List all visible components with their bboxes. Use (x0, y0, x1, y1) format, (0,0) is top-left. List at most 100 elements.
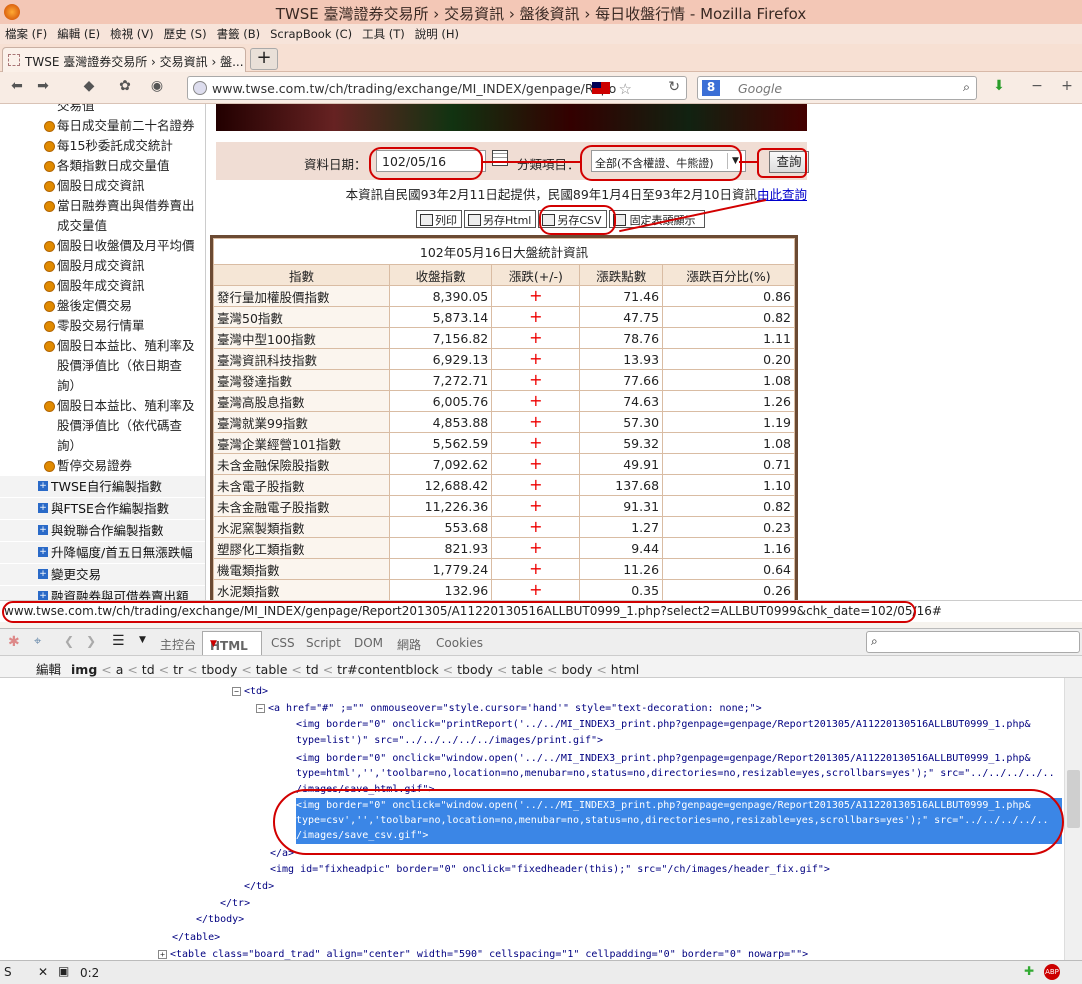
sidebar-subitem[interactable]: 個股日成交資訊 (0, 176, 205, 196)
reload-icon[interactable]: ↻ (668, 79, 680, 95)
source-line[interactable]: </td> (244, 879, 274, 895)
sidebar-subitem[interactable]: 詢） (0, 436, 205, 456)
breadcrumb-item[interactable]: tbody (457, 662, 493, 677)
menu-item[interactable]: 工具 (T) (357, 24, 410, 44)
firebug-icon[interactable]: ✱ (8, 634, 20, 650)
breadcrumb-item[interactable]: tbody (202, 662, 238, 677)
source-line[interactable]: type=csv','','toolbar=no,location=no,men… (296, 813, 1062, 829)
source-line[interactable]: type=html','','toolbar=no,location=no,me… (296, 766, 1055, 782)
source-line[interactable]: </table> (172, 930, 220, 946)
sidebar-subitem[interactable]: 詢） (0, 376, 205, 396)
fixed-header-button[interactable]: 固定表頭顯示 (608, 210, 705, 228)
search-icon[interactable]: ⌕ (963, 79, 970, 95)
breadcrumb-item[interactable]: body (561, 662, 592, 677)
source-line[interactable]: <img border="0" onclick="window.open('..… (296, 751, 1031, 767)
new-tab-button[interactable]: + (250, 48, 278, 70)
expand-icon[interactable]: + (38, 547, 48, 557)
menu-item[interactable]: 檔案 (F) (0, 24, 52, 44)
expand-toggle-icon[interactable]: + (158, 949, 167, 959)
menu-icon[interactable]: ☰ (112, 633, 125, 649)
sidebar-item[interactable]: + TWSE自行編製指數 (0, 476, 205, 498)
source-line[interactable]: </a> (270, 846, 294, 862)
close-icon[interactable]: ✕ (38, 965, 48, 979)
search-bar[interactable]: 8 Google ⌕ (697, 76, 977, 100)
add-icon[interactable]: + (1056, 78, 1078, 98)
save-html-button[interactable]: 另存Html (464, 210, 537, 228)
menu-item[interactable]: ScrapBook (C) (265, 25, 357, 43)
source-line[interactable]: type=list')" src="../../../../../images/… (296, 733, 603, 749)
back-arrow-icon[interactable]: ❮ (64, 634, 74, 648)
sidebar-subitem[interactable]: 成交量值 (0, 216, 205, 236)
addon-menu-icon[interactable]: ◉ (146, 78, 168, 98)
download-icon[interactable]: ⬇ (988, 78, 1010, 98)
search-engine-icon[interactable]: 8 (702, 80, 720, 96)
sidebar-subitem[interactable]: 股價淨值比（依日期查 (0, 356, 205, 376)
menu-item[interactable]: 書籤 (B) (212, 24, 266, 44)
sidebar-subitem[interactable]: 個股日本益比、殖利率及 (0, 396, 205, 416)
breadcrumb-item[interactable]: html (611, 662, 639, 677)
breadcrumb-item[interactable]: tr#contentblock (337, 662, 439, 677)
tab-css[interactable]: CSS (271, 636, 295, 650)
forward-icon[interactable]: ➡ (32, 78, 54, 98)
source-line[interactable]: <img border="0" onclick="printReport('..… (296, 717, 1031, 733)
breadcrumb-item[interactable]: table (256, 662, 288, 677)
breadcrumb-item[interactable]: img (71, 662, 97, 677)
category-select[interactable]: 全部(不含權證、牛熊證) ▼ (591, 150, 746, 172)
vertical-scrollbar[interactable] (1064, 678, 1082, 960)
source-line[interactable]: + <table class="board_trad" align="center… (158, 947, 808, 960)
bookmark-star-icon[interactable]: ☆ (619, 80, 632, 98)
edit-button[interactable]: 編輯 (36, 662, 61, 677)
adblock-icon[interactable]: ABP (1044, 964, 1060, 980)
sidebar-subitem[interactable]: 每15秒委託成交統計 (0, 136, 205, 156)
source-line[interactable]: − <td> (232, 684, 268, 700)
firebug-search-input[interactable]: ⌕ (866, 631, 1080, 653)
tab-dom[interactable]: DOM (354, 636, 383, 650)
monitor-icon[interactable]: ▣ (58, 964, 69, 978)
query-button[interactable]: 查詢 (769, 151, 809, 173)
expand-toggle-icon[interactable]: − (256, 703, 265, 713)
print-button[interactable]: 列印 (416, 210, 462, 228)
url-bar[interactable]: www.twse.com.tw/ch/trading/exchange/MI_I… (187, 76, 687, 100)
expand-icon[interactable]: + (38, 569, 48, 579)
back-icon[interactable]: ⬅ (6, 78, 28, 98)
tab-script[interactable]: Script (306, 636, 341, 650)
scrapbook-icon[interactable]: S (4, 965, 12, 979)
addon-icon[interactable]: ◆ (78, 78, 100, 98)
forward-arrow-icon[interactable]: ❯ (86, 634, 96, 648)
dropdown-icon[interactable]: ▼ (139, 635, 146, 645)
source-line[interactable]: /images/save_csv.gif"> (296, 828, 1062, 844)
source-line[interactable]: </tbody> (196, 912, 244, 928)
browser-tab[interactable]: TWSE 臺灣證券交易所 › 交易資訊 › 盤... (2, 47, 246, 72)
menu-item[interactable]: 檢視 (V) (105, 24, 159, 44)
tab-network[interactable]: 網路 (397, 636, 421, 653)
calendar-icon[interactable] (492, 150, 508, 166)
tab-console[interactable]: 主控台 (160, 636, 196, 653)
sidebar-subitem[interactable]: 交易值 (0, 104, 205, 116)
sidebar-subitem[interactable]: 零股交易行情單 (0, 316, 205, 336)
puzzle-icon[interactable]: ✚ (1024, 964, 1034, 978)
sidebar-subitem[interactable]: 每日成交量前二十名證券 (0, 116, 205, 136)
sidebar-subitem[interactable]: 個股日收盤價及月平均價 (0, 236, 205, 256)
sidebar-subitem[interactable]: 個股日本益比、殖利率及 (0, 336, 205, 356)
menu-item[interactable]: 編輯 (E) (52, 24, 105, 44)
sidebar-item[interactable]: + 與銳聯合作編製指數 (0, 520, 205, 542)
tab-cookies[interactable]: Cookies (436, 636, 483, 650)
sidebar-item[interactable]: + 融資融券與可借券賣出額 (0, 586, 205, 600)
breadcrumb-item[interactable]: table (511, 662, 543, 677)
expand-icon[interactable]: + (38, 481, 48, 491)
minimize-icon[interactable]: − (1026, 78, 1048, 98)
breadcrumb-item[interactable]: td (306, 662, 319, 677)
breadcrumb-item[interactable]: td (142, 662, 155, 677)
menu-item[interactable]: 說明 (H) (410, 24, 464, 44)
save-csv-button[interactable]: 另存CSV (538, 210, 607, 228)
date-input[interactable]: 102/05/16 (376, 150, 486, 172)
sidebar-subitem[interactable]: 當日融券賣出與借券賣出 (0, 196, 205, 216)
expand-icon[interactable]: + (38, 525, 48, 535)
sidebar-item[interactable]: + 升降幅度/首五日無漲跌幅 (0, 542, 205, 564)
source-line[interactable]: <img id="fixheadpic" border="0" onclick=… (270, 862, 830, 878)
sidebar-subitem[interactable]: 盤後定價交易 (0, 296, 205, 316)
breadcrumb-item[interactable]: tr (173, 662, 183, 677)
inspect-icon[interactable]: ⌖ (34, 634, 41, 649)
source-line[interactable]: /images/save_html.gif"> (296, 782, 434, 798)
gear-icon[interactable]: ✿ (114, 78, 136, 98)
